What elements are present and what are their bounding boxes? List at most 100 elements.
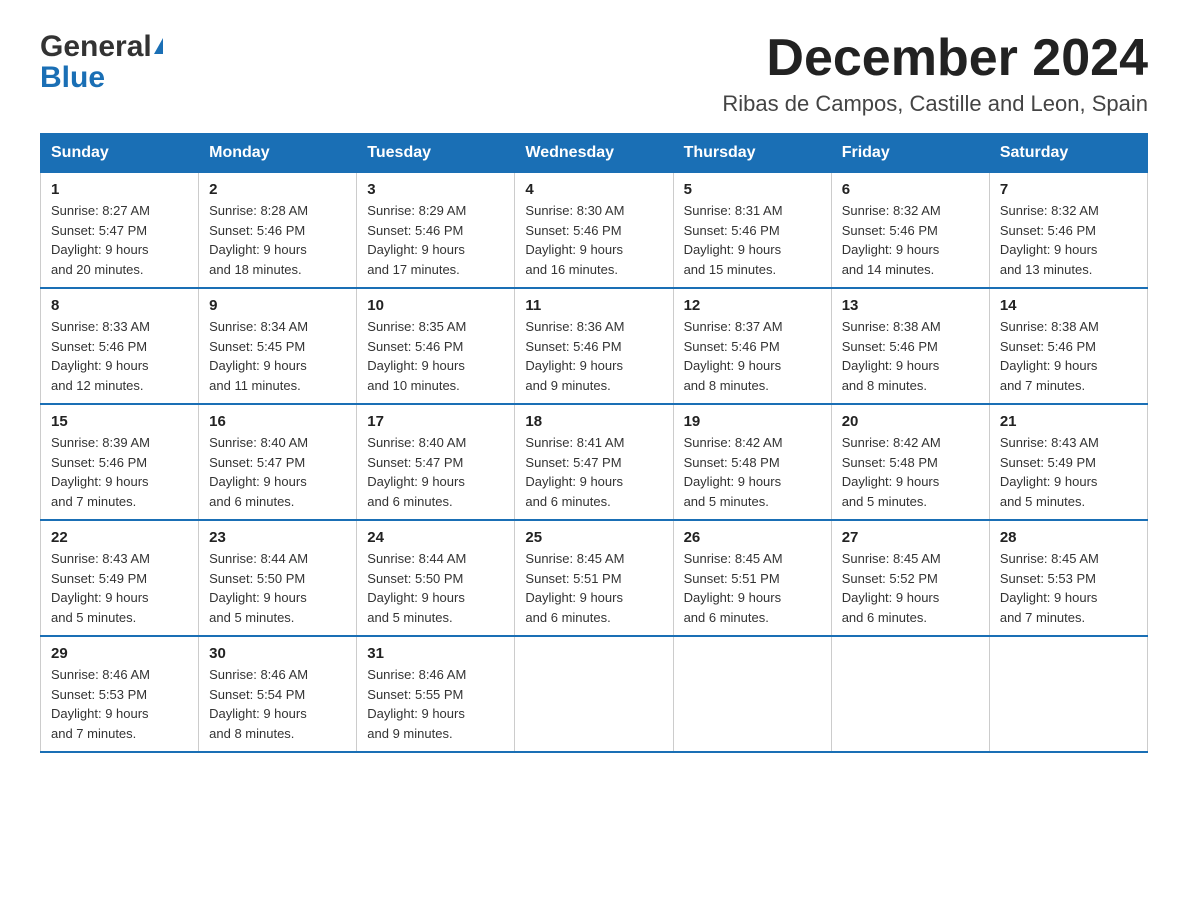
calendar-cell: 24 Sunrise: 8:44 AMSunset: 5:50 PMDayligh… bbox=[357, 520, 515, 636]
day-info: Sunrise: 8:39 AMSunset: 5:46 PMDaylight:… bbox=[51, 433, 188, 511]
day-info: Sunrise: 8:34 AMSunset: 5:45 PMDaylight:… bbox=[209, 317, 346, 395]
day-info: Sunrise: 8:40 AMSunset: 5:47 PMDaylight:… bbox=[367, 433, 504, 511]
calendar-cell: 12Sunrise: 8:37 AMSunset: 5:46 PMDayligh… bbox=[673, 288, 831, 404]
day-info: Sunrise: 8:45 AMSunset: 5:53 PMDaylight:… bbox=[1000, 549, 1137, 627]
calendar-cell: 28Sunrise: 8:45 AMSunset: 5:53 PMDayligh… bbox=[989, 520, 1147, 636]
day-info: Sunrise: 8:43 AMSunset: 5:49 PMDaylight:… bbox=[51, 549, 188, 627]
calendar-cell: 15 Sunrise: 8:39 AMSunset: 5:46 PMDayligh… bbox=[41, 404, 199, 520]
calendar-cell: 4 Sunrise: 8:30 AMSunset: 5:46 PMDaylight… bbox=[515, 173, 673, 289]
page-header: General Blue December 2024 Ribas de Camp… bbox=[40, 30, 1148, 117]
calendar-week-row: 1Sunrise: 8:27 AMSunset: 5:47 PMDaylight… bbox=[41, 173, 1148, 289]
col-header-friday: Friday bbox=[831, 134, 989, 173]
day-number: 11 bbox=[525, 297, 662, 314]
calendar-cell bbox=[989, 636, 1147, 752]
day-number: 31 bbox=[367, 645, 504, 662]
day-info: Sunrise: 8:40 AMSunset: 5:47 PMDaylight:… bbox=[209, 433, 346, 511]
day-info: Sunrise: 8:42 AMSunset: 5:48 PMDaylight:… bbox=[842, 433, 979, 511]
calendar-cell: 19 Sunrise: 8:42 AMSunset: 5:48 PMDayligh… bbox=[673, 404, 831, 520]
day-info: Sunrise: 8:45 AMSunset: 5:52 PMDaylight:… bbox=[842, 549, 979, 627]
calendar-cell: 14Sunrise: 8:38 AMSunset: 5:46 PMDayligh… bbox=[989, 288, 1147, 404]
day-info: Sunrise: 8:28 AMSunset: 5:46 PMDaylight:… bbox=[209, 201, 346, 279]
col-header-tuesday: Tuesday bbox=[357, 134, 515, 173]
day-info: Sunrise: 8:31 AMSunset: 5:46 PMDaylight:… bbox=[684, 201, 821, 279]
calendar-week-row: 8 Sunrise: 8:33 AMSunset: 5:46 PMDaylight… bbox=[41, 288, 1148, 404]
day-number: 19 bbox=[684, 413, 821, 430]
day-number: 27 bbox=[842, 529, 979, 546]
day-number: 26 bbox=[684, 529, 821, 546]
calendar-week-row: 15 Sunrise: 8:39 AMSunset: 5:46 PMDayligh… bbox=[41, 404, 1148, 520]
day-number: 30 bbox=[209, 645, 346, 662]
calendar-cell: 25 Sunrise: 8:45 AMSunset: 5:51 PMDayligh… bbox=[515, 520, 673, 636]
day-number: 6 bbox=[842, 181, 979, 198]
calendar-table: SundayMondayTuesdayWednesdayThursdayFrid… bbox=[40, 133, 1148, 753]
calendar-week-row: 29 Sunrise: 8:46 AMSunset: 5:53 PMDayligh… bbox=[41, 636, 1148, 752]
day-number: 25 bbox=[525, 529, 662, 546]
logo-triangle-icon bbox=[154, 38, 163, 54]
day-number: 20 bbox=[842, 413, 979, 430]
calendar-cell: 30 Sunrise: 8:46 AMSunset: 5:54 PMDayligh… bbox=[199, 636, 357, 752]
calendar-cell: 22 Sunrise: 8:43 AMSunset: 5:49 PMDayligh… bbox=[41, 520, 199, 636]
day-number: 8 bbox=[51, 297, 188, 314]
calendar-cell: 27 Sunrise: 8:45 AMSunset: 5:52 PMDayligh… bbox=[831, 520, 989, 636]
day-info: Sunrise: 8:43 AMSunset: 5:49 PMDaylight:… bbox=[1000, 433, 1137, 511]
calendar-cell: 3 Sunrise: 8:29 AMSunset: 5:46 PMDaylight… bbox=[357, 173, 515, 289]
calendar-cell: 20 Sunrise: 8:42 AMSunset: 5:48 PMDayligh… bbox=[831, 404, 989, 520]
day-info: Sunrise: 8:46 AMSunset: 5:55 PMDaylight:… bbox=[367, 665, 504, 743]
day-info: Sunrise: 8:46 AMSunset: 5:54 PMDaylight:… bbox=[209, 665, 346, 743]
day-info: Sunrise: 8:32 AMSunset: 5:46 PMDaylight:… bbox=[842, 201, 979, 279]
calendar-title: December 2024 bbox=[722, 30, 1148, 87]
calendar-cell: 5 Sunrise: 8:31 AMSunset: 5:46 PMDaylight… bbox=[673, 173, 831, 289]
day-number: 15 bbox=[51, 413, 188, 430]
day-number: 18 bbox=[525, 413, 662, 430]
day-number: 9 bbox=[209, 297, 346, 314]
day-info: Sunrise: 8:46 AMSunset: 5:53 PMDaylight:… bbox=[51, 665, 188, 743]
calendar-cell: 1Sunrise: 8:27 AMSunset: 5:47 PMDaylight… bbox=[41, 173, 199, 289]
calendar-cell: 8 Sunrise: 8:33 AMSunset: 5:46 PMDaylight… bbox=[41, 288, 199, 404]
calendar-cell bbox=[673, 636, 831, 752]
calendar-cell bbox=[831, 636, 989, 752]
calendar-subtitle: Ribas de Campos, Castille and Leon, Spai… bbox=[722, 91, 1148, 117]
day-number: 3 bbox=[367, 181, 504, 198]
col-header-sunday: Sunday bbox=[41, 134, 199, 173]
calendar-cell: 31 Sunrise: 8:46 AMSunset: 5:55 PMDayligh… bbox=[357, 636, 515, 752]
day-info: Sunrise: 8:29 AMSunset: 5:46 PMDaylight:… bbox=[367, 201, 504, 279]
day-number: 14 bbox=[1000, 297, 1137, 314]
day-info: Sunrise: 8:44 AMSunset: 5:50 PMDaylight:… bbox=[367, 549, 504, 627]
day-info: Sunrise: 8:35 AMSunset: 5:46 PMDaylight:… bbox=[367, 317, 504, 395]
day-info: Sunrise: 8:45 AMSunset: 5:51 PMDaylight:… bbox=[525, 549, 662, 627]
col-header-monday: Monday bbox=[199, 134, 357, 173]
calendar-cell: 13 Sunrise: 8:38 AMSunset: 5:46 PMDayligh… bbox=[831, 288, 989, 404]
calendar-cell: 10Sunrise: 8:35 AMSunset: 5:46 PMDayligh… bbox=[357, 288, 515, 404]
calendar-cell: 16 Sunrise: 8:40 AMSunset: 5:47 PMDayligh… bbox=[199, 404, 357, 520]
calendar-cell: 9 Sunrise: 8:34 AMSunset: 5:45 PMDaylight… bbox=[199, 288, 357, 404]
calendar-cell: 29 Sunrise: 8:46 AMSunset: 5:53 PMDayligh… bbox=[41, 636, 199, 752]
day-number: 5 bbox=[684, 181, 821, 198]
day-info: Sunrise: 8:44 AMSunset: 5:50 PMDaylight:… bbox=[209, 549, 346, 627]
calendar-cell: 23Sunrise: 8:44 AMSunset: 5:50 PMDayligh… bbox=[199, 520, 357, 636]
day-number: 7 bbox=[1000, 181, 1137, 198]
col-header-saturday: Saturday bbox=[989, 134, 1147, 173]
day-info: Sunrise: 8:38 AMSunset: 5:46 PMDaylight:… bbox=[842, 317, 979, 395]
calendar-cell: 6 Sunrise: 8:32 AMSunset: 5:46 PMDaylight… bbox=[831, 173, 989, 289]
day-number: 4 bbox=[525, 181, 662, 198]
day-number: 12 bbox=[684, 297, 821, 314]
day-info: Sunrise: 8:45 AMSunset: 5:51 PMDaylight:… bbox=[684, 549, 821, 627]
day-number: 13 bbox=[842, 297, 979, 314]
day-number: 21 bbox=[1000, 413, 1137, 430]
calendar-cell: 21 Sunrise: 8:43 AMSunset: 5:49 PMDayligh… bbox=[989, 404, 1147, 520]
day-number: 1 bbox=[51, 181, 188, 198]
calendar-title-block: December 2024 Ribas de Campos, Castille … bbox=[722, 30, 1148, 117]
day-number: 22 bbox=[51, 529, 188, 546]
calendar-header-row: SundayMondayTuesdayWednesdayThursdayFrid… bbox=[41, 134, 1148, 173]
day-number: 29 bbox=[51, 645, 188, 662]
day-info: Sunrise: 8:30 AMSunset: 5:46 PMDaylight:… bbox=[525, 201, 662, 279]
calendar-cell: 2 Sunrise: 8:28 AMSunset: 5:46 PMDaylight… bbox=[199, 173, 357, 289]
day-number: 24 bbox=[367, 529, 504, 546]
calendar-cell: 17Sunrise: 8:40 AMSunset: 5:47 PMDayligh… bbox=[357, 404, 515, 520]
day-number: 16 bbox=[209, 413, 346, 430]
day-info: Sunrise: 8:33 AMSunset: 5:46 PMDaylight:… bbox=[51, 317, 188, 395]
col-header-thursday: Thursday bbox=[673, 134, 831, 173]
day-number: 2 bbox=[209, 181, 346, 198]
day-info: Sunrise: 8:36 AMSunset: 5:46 PMDaylight:… bbox=[525, 317, 662, 395]
day-info: Sunrise: 8:42 AMSunset: 5:48 PMDaylight:… bbox=[684, 433, 821, 511]
